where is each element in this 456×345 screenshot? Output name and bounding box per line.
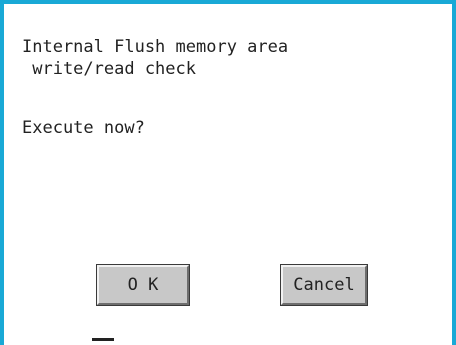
cursor-mark (92, 338, 114, 341)
dialog-message-line-1: Internal Flush memory area (22, 37, 289, 57)
frame-right-border (452, 0, 456, 345)
ok-button[interactable]: O K (96, 264, 190, 306)
frame-top-border (0, 0, 456, 4)
check-dialog-screen: Internal Flush memory area write/read ch… (0, 0, 456, 345)
dialog-prompt: Execute now? (22, 118, 145, 138)
dialog-message-line-2: write/read check (22, 59, 196, 79)
cancel-button[interactable]: Cancel (280, 264, 368, 306)
frame-left-border (0, 0, 4, 345)
